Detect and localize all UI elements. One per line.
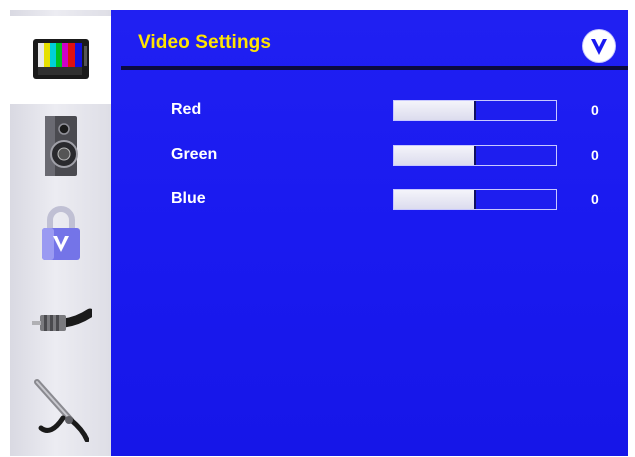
slider-fill [394,101,475,120]
slider-fill [394,190,475,209]
red-slider[interactable] [393,100,557,121]
page-title: Video Settings [138,32,272,53]
slider-handle[interactable] [474,190,476,209]
sidebar-item-audio[interactable] [10,102,111,190]
blue-slider[interactable] [393,189,557,210]
slider-handle[interactable] [474,146,476,165]
speaker-icon [44,116,78,176]
setting-value: 0 [591,147,599,163]
vizio-v-logo-icon [583,30,615,62]
tv-osd-screen: Video Settings Red 0 Green 0 Blue 0 [10,10,628,456]
slider-fill [394,146,475,165]
padlock-icon [41,206,80,260]
settings-panel: Video Settings Red 0 Green 0 Blue 0 [111,10,628,456]
setting-value: 0 [591,191,599,207]
coax-cable-icon [31,308,92,331]
setting-row-blue[interactable]: Blue 0 [111,187,628,213]
setting-row-red[interactable]: Red 0 [111,98,628,124]
sidebar-item-setup[interactable] [10,366,111,454]
setting-label: Green [171,146,218,163]
slider-handle[interactable] [474,101,476,120]
tv-color-bars-icon [32,39,89,79]
sidebar-item-video[interactable] [10,16,111,104]
setting-label: Red [171,101,202,118]
setting-row-green[interactable]: Green 0 [111,143,628,169]
title-divider [121,66,628,70]
setting-value: 0 [591,102,599,118]
setting-label: Blue [171,190,206,207]
wrench-tool-icon [33,379,89,442]
green-slider[interactable] [393,145,557,166]
title-bar: Video Settings [111,10,628,70]
sidebar-item-parental-lock[interactable] [10,190,111,278]
category-sidebar [10,10,111,456]
sidebar-item-cable[interactable] [10,278,111,366]
